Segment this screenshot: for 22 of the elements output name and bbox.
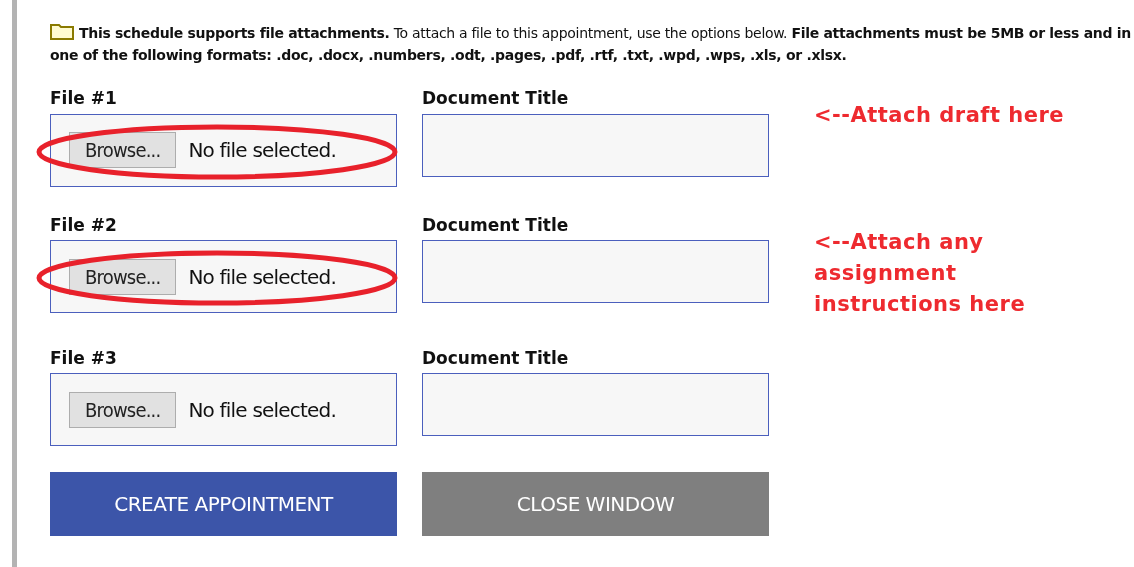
file-input[interactable]: Browse... No file selected. [50, 373, 397, 446]
document-title-field[interactable] [422, 240, 769, 303]
close-button[interactable]: CLOSE WINDOW [422, 472, 769, 536]
browse-button[interactable]: Browse... [69, 258, 177, 295]
folder-icon [50, 23, 74, 40]
annotation-note: <--Attach draft here [814, 102, 1066, 129]
title-label: Document Title [422, 213, 569, 237]
document-title-field[interactable] [422, 373, 769, 436]
title-label: Document Title [422, 87, 569, 110]
file-label: File #2 [50, 213, 117, 237]
file-label: File #3 [50, 346, 117, 370]
file-status: No file selected. [188, 137, 336, 164]
title-label: Document Title [422, 346, 569, 370]
annotation-note: <--Attach any assignment instructions here [814, 228, 1027, 318]
create-button[interactable]: CREATE APPOINTMENT [50, 472, 397, 536]
file-status: No file selected. [188, 263, 336, 291]
document-title-field[interactable] [422, 113, 769, 177]
file-status: No file selected. [188, 396, 336, 424]
attachment-instructions: This schedule supports file attachments. To attach a file to this appointment, use the options below. File attachments must be 5MB or less and in one of the following formats: .doc, .docx, .numbers, .odt, .pages, .pdf, .rtf, .txt, .wpd, .wps, .xls, or .xlsx. [50, 22, 1132, 65]
browse-button[interactable]: Browse... [69, 132, 177, 168]
file-label: File #1 [50, 87, 117, 110]
browse-button[interactable]: Browse... [69, 391, 177, 428]
